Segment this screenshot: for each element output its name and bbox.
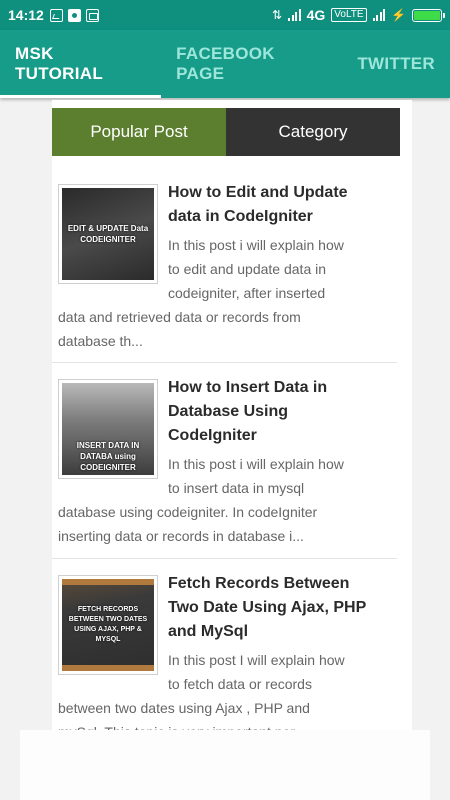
post-title[interactable]: How to Insert Data in Database Using Cod… bbox=[168, 376, 378, 448]
app-tab-bar: MSK TUTORIAL FACEBOOK PAGE TWITTER bbox=[0, 30, 450, 98]
thumbnail-caption: FETCH RECORDS BETWEEN TWO DATES USING AJ… bbox=[68, 606, 148, 643]
image-icon bbox=[49, 8, 63, 22]
excerpt-line: database using codeigniter. In codeIgnit… bbox=[58, 504, 318, 520]
data-transfer-icon: ⇅ bbox=[272, 8, 283, 22]
thumbnail-caption: INSERT DATA IN DATABA using CODEIGNITER bbox=[76, 441, 140, 472]
post-segment-control: Popular Post Category bbox=[52, 108, 400, 156]
tab-facebook-page[interactable]: FACEBOOK PAGE bbox=[161, 30, 342, 98]
excerpt-line: data and retrieved data or records from bbox=[58, 309, 301, 325]
excerpt-line: database th... bbox=[58, 333, 143, 349]
post-excerpt: In this post I will explain how to fetch… bbox=[58, 648, 378, 740]
status-bar: 14:12 ⇅ 4G VoLTE ⚡ bbox=[0, 0, 450, 30]
battery-fill bbox=[414, 10, 440, 20]
post-item[interactable]: EDIT & UPDATE Data CODEIGNITER How to Ed… bbox=[52, 184, 397, 363]
circle-icon bbox=[67, 8, 81, 22]
network-type: 4G bbox=[306, 7, 326, 23]
excerpt-line: to insert data in mysql bbox=[168, 480, 305, 496]
volte-badge: VoLTE bbox=[331, 8, 367, 22]
post-title[interactable]: Fetch Records Between Two Date Using Aja… bbox=[168, 572, 378, 644]
status-time: 14:12 bbox=[8, 7, 44, 23]
excerpt-line: codeigniter, after inserted bbox=[168, 285, 326, 301]
message-icon bbox=[85, 8, 99, 22]
excerpt-line: to edit and update data in bbox=[168, 261, 327, 277]
post-thumbnail[interactable]: INSERT DATA IN DATABA using CODEIGNITER bbox=[58, 379, 158, 479]
signal-icon-2 bbox=[372, 9, 386, 21]
excerpt-line: inserting data or records in database i.… bbox=[58, 528, 304, 544]
excerpt-line: In this post I will explain how bbox=[168, 652, 345, 668]
excerpt-line: between two dates using Ajax , PHP and bbox=[58, 700, 310, 716]
bottom-overlay bbox=[20, 730, 430, 800]
post-item[interactable]: FETCH RECORDS BETWEEN TWO DATES USING AJ… bbox=[52, 575, 397, 740]
post-excerpt: In this post i will explain how to edit … bbox=[58, 233, 378, 353]
content-card: Popular Post Category EDIT & UPDATE Data… bbox=[52, 100, 412, 740]
tab-msk-tutorial[interactable]: MSK TUTORIAL bbox=[0, 30, 162, 98]
tab-twitter[interactable]: TWITTER bbox=[342, 30, 450, 98]
thumbnail-caption: EDIT & UPDATE Data CODEIGNITER bbox=[67, 224, 149, 244]
post-title[interactable]: How to Edit and Update data in CodeIgnit… bbox=[168, 181, 378, 229]
category-tab[interactable]: Category bbox=[226, 108, 400, 156]
excerpt-line: to fetch data or records bbox=[168, 676, 312, 692]
popular-post-tab[interactable]: Popular Post bbox=[52, 108, 226, 156]
battery-icon bbox=[412, 8, 445, 22]
post-item[interactable]: INSERT DATA IN DATABA using CODEIGNITER … bbox=[52, 379, 397, 559]
charging-icon: ⚡ bbox=[391, 8, 406, 22]
signal-icon bbox=[288, 9, 301, 21]
